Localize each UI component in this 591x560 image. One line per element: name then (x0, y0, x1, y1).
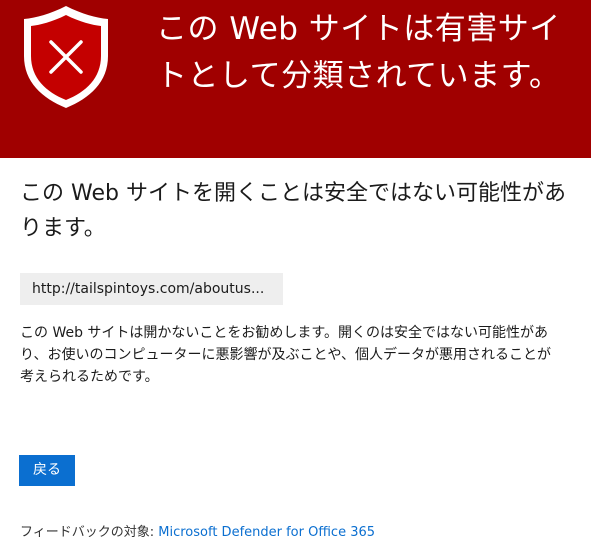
url-box: http://tailspintoys.com/aboutus... (20, 273, 283, 305)
warning-heading: この Web サイトを開くことは安全ではない可能性があります。 (20, 181, 566, 241)
back-button[interactable]: 戻る (19, 455, 75, 486)
banner-title: この Web サイトは有害サイトとして分類されています。 (156, 11, 561, 94)
feedback-line: フィードバックの対象: Microsoft Defender for Offic… (20, 524, 375, 542)
warning-description: この Web サイトは開かないことをお勧めします。開くのは安全ではない可能性があ… (20, 325, 552, 385)
warning-page: この Web サイトは有害サイトとして分類されています。 この Web サイトを… (0, 0, 591, 560)
main-content: この Web サイトを開くことは安全ではない可能性があります。 (20, 176, 575, 246)
feedback-link[interactable]: Microsoft Defender for Office 365 (158, 525, 375, 540)
feedback-prefix: フィードバックの対象: (20, 525, 159, 540)
shield-x-icon (24, 6, 108, 108)
warning-banner: この Web サイトは有害サイトとして分類されています。 (0, 0, 591, 158)
blocked-url: http://tailspintoys.com/aboutus... (32, 281, 265, 297)
